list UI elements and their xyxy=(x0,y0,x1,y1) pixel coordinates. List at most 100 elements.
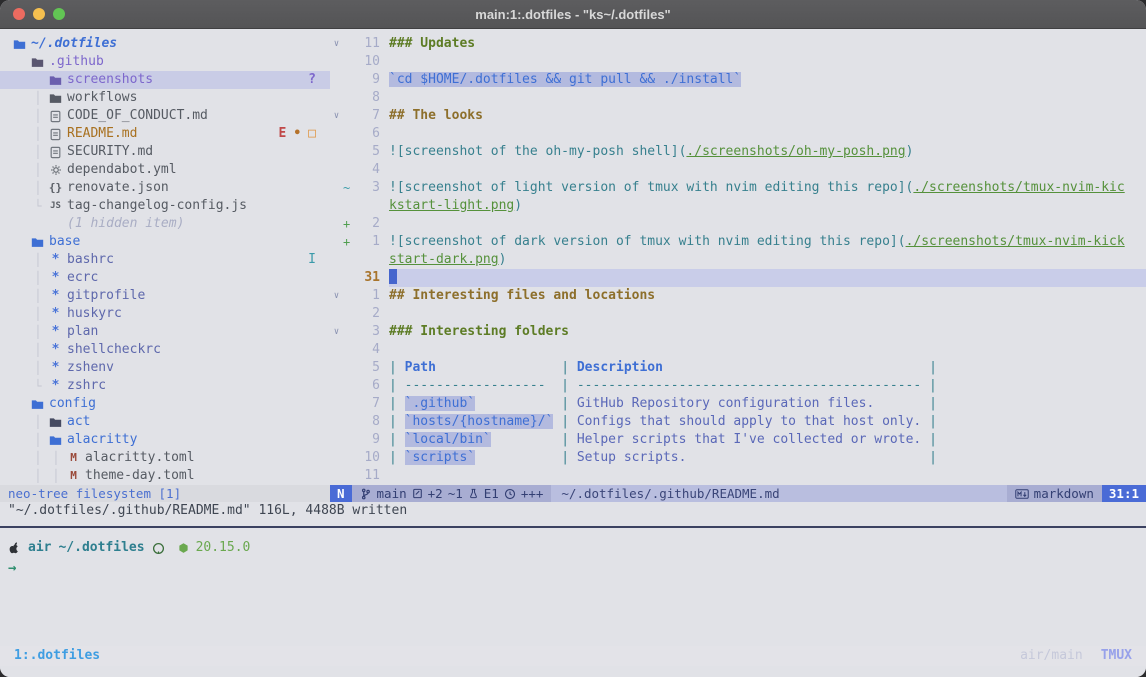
fold-column xyxy=(330,197,343,215)
tmux-window-item[interactable]: 1:.dotfiles xyxy=(14,647,100,665)
line-text[interactable]: | `local/bin` | Helper scripts that I've… xyxy=(389,431,1146,449)
tree-item-theme-day-toml[interactable]: ││Mtheme-day.toml xyxy=(0,467,330,485)
tree-item-base[interactable]: base xyxy=(0,233,330,251)
line-text[interactable]: ![screenshot of dark version of tmux wit… xyxy=(389,233,1146,251)
tree-item--1-hidden-item-[interactable]: (1 hidden item) xyxy=(0,215,330,233)
command-line-message: "~/.dotfiles/.github/README.md" 116L, 44… xyxy=(0,502,1146,521)
editor-line[interactable]: +1![screenshot of dark version of tmux w… xyxy=(330,233,1146,251)
line-text[interactable] xyxy=(389,161,1146,179)
syntax-segment: ![screenshot of the oh-my-posh shell]( xyxy=(389,144,686,159)
tree-item-workflows[interactable]: │workflows xyxy=(0,89,330,107)
editor-line[interactable]: 6| ------------------ | ----------------… xyxy=(330,377,1146,395)
editor-line[interactable]: 8 xyxy=(330,89,1146,107)
prompt-cwd: ~/.dotfiles xyxy=(58,539,144,557)
shell-input-line[interactable]: → xyxy=(8,558,1146,578)
open-folder-icon xyxy=(29,236,46,248)
line-text[interactable]: ## Interesting files and locations xyxy=(389,287,1146,305)
tree-item-alacritty[interactable]: │alacritty xyxy=(0,431,330,449)
tree-item-zshenv[interactable]: │*zshenv xyxy=(0,359,330,377)
tree-item-huskyrc[interactable]: │*huskyrc xyxy=(0,305,330,323)
line-text[interactable] xyxy=(389,269,1146,287)
line-text[interactable]: | Path | Description | xyxy=(389,359,1146,377)
tree-item-renovate-json[interactable]: │{}renovate.json xyxy=(0,179,330,197)
line-text[interactable]: ### Updates xyxy=(389,35,1146,53)
line-text[interactable]: | ------------------ | -----------------… xyxy=(389,377,1146,395)
folder-icon xyxy=(47,92,64,104)
editor-line[interactable]: ∨3### Interesting folders xyxy=(330,323,1146,341)
line-text[interactable]: | `.github` | GitHub Repository configur… xyxy=(389,395,1146,413)
tree-item-bashrc[interactable]: │*bashrcI xyxy=(0,251,330,269)
fold-arrow-icon[interactable]: ∨ xyxy=(330,287,343,305)
editor-line[interactable]: +2 xyxy=(330,215,1146,233)
line-text[interactable] xyxy=(389,467,1146,485)
line-text[interactable] xyxy=(389,89,1146,107)
editor-line[interactable]: ~3![screenshot of light version of tmux … xyxy=(330,179,1146,197)
editor-line[interactable]: 11 xyxy=(330,467,1146,485)
gitsign-column xyxy=(343,107,354,125)
line-number: 9 xyxy=(354,71,380,89)
line-text[interactable] xyxy=(389,305,1146,323)
editor-line[interactable]: 4 xyxy=(330,341,1146,359)
editor-line[interactable]: 10 xyxy=(330,53,1146,71)
title-bar: main:1:.dotfiles - "ks~/.dotfiles" xyxy=(0,0,1146,29)
editor-line[interactable]: 6 xyxy=(330,125,1146,143)
line-number: 10 xyxy=(354,449,380,467)
fold-arrow-icon[interactable]: ∨ xyxy=(330,323,343,341)
editor-line[interactable]: kstart-light.png) xyxy=(330,197,1146,215)
tree-item-readme-md[interactable]: │README.mdE•□ xyxy=(0,125,330,143)
editor-line[interactable]: 5| Path | Description | xyxy=(330,359,1146,377)
editor-line[interactable]: 31 xyxy=(330,269,1146,287)
line-text[interactable]: ![screenshot of the oh-my-posh shell](./… xyxy=(389,143,1146,161)
line-text[interactable]: start-dark.png) xyxy=(389,251,1146,269)
statusline-extra: +++ xyxy=(521,485,544,502)
tree-item-dependabot-yml[interactable]: │dependabot.yml xyxy=(0,161,330,179)
tree-item-alacritty-toml[interactable]: ││Malacritty.toml xyxy=(0,449,330,467)
editor-line[interactable]: 4 xyxy=(330,161,1146,179)
tree-item-shellcheckrc[interactable]: │*shellcheckrc xyxy=(0,341,330,359)
line-text[interactable]: ![screenshot of light version of tmux wi… xyxy=(389,179,1146,197)
line-text[interactable] xyxy=(389,215,1146,233)
gitsign-column xyxy=(343,89,354,107)
editor-line[interactable]: 2 xyxy=(330,305,1146,323)
tree-item--github[interactable]: .github xyxy=(0,53,330,71)
tree-item-security-md[interactable]: │SECURITY.md xyxy=(0,143,330,161)
tree-item-plan[interactable]: │*plan xyxy=(0,323,330,341)
line-text[interactable]: kstart-light.png) xyxy=(389,197,1146,215)
editor-line[interactable]: 7| `.github` | GitHub Repository configu… xyxy=(330,395,1146,413)
syntax-segment: Path xyxy=(405,360,436,375)
editor-line[interactable]: 5![screenshot of the oh-my-posh shell](.… xyxy=(330,143,1146,161)
syntax-segment: | xyxy=(561,450,577,465)
line-text[interactable]: `cd $HOME/.dotfiles && git pull && ./ins… xyxy=(389,71,1146,89)
line-text[interactable]: ## The looks xyxy=(389,107,1146,125)
tree-item-gitprofile[interactable]: │*gitprofile xyxy=(0,287,330,305)
tree-item-screenshots[interactable]: screenshots? xyxy=(0,71,330,89)
node-version: 20.15.0 xyxy=(196,539,251,557)
editor-line[interactable]: start-dark.png) xyxy=(330,251,1146,269)
tree-item-act[interactable]: │act xyxy=(0,413,330,431)
tree-item-tag-changelog-config-js[interactable]: └JStag-changelog-config.js xyxy=(0,197,330,215)
editor-line[interactable]: 9| `local/bin` | Helper scripts that I'v… xyxy=(330,431,1146,449)
editor-line[interactable]: ∨1## Interesting files and locations xyxy=(330,287,1146,305)
editor-line[interactable]: 8| `hosts/{hostname}/` | Configs that sh… xyxy=(330,413,1146,431)
editor-line[interactable]: ∨11### Updates xyxy=(330,35,1146,53)
tree-item-code-of-conduct-md[interactable]: │CODE_OF_CONDUCT.md xyxy=(0,107,330,125)
editor-line[interactable]: ∨7## The looks xyxy=(330,107,1146,125)
tree-item-config[interactable]: config xyxy=(0,395,330,413)
line-text[interactable] xyxy=(389,125,1146,143)
fold-arrow-icon[interactable]: ∨ xyxy=(330,107,343,125)
dotfile-star-icon: * xyxy=(47,305,64,323)
line-text[interactable] xyxy=(389,341,1146,359)
tree-item-zshrc[interactable]: └*zshrc xyxy=(0,377,330,395)
line-text[interactable]: | `scripts` | Setup scripts. | xyxy=(389,449,1146,467)
tree-guide: └ xyxy=(29,197,47,215)
tree-guide: │ xyxy=(29,323,47,341)
editor-line[interactable]: 10 | `scripts` | Setup scripts. | xyxy=(330,449,1146,467)
line-text[interactable]: ### Interesting folders xyxy=(389,323,1146,341)
tree-item-label: screenshots xyxy=(67,71,153,89)
editor-line[interactable]: 9 `cd $HOME/.dotfiles && git pull && ./in… xyxy=(330,71,1146,89)
line-text[interactable]: | `hosts/{hostname}/` | Configs that sho… xyxy=(389,413,1146,431)
tree-item-ecrc[interactable]: │*ecrc xyxy=(0,269,330,287)
tree-item--dotfiles[interactable]: ~/.dotfiles xyxy=(0,35,330,53)
fold-arrow-icon[interactable]: ∨ xyxy=(330,35,343,53)
line-text[interactable] xyxy=(389,53,1146,71)
